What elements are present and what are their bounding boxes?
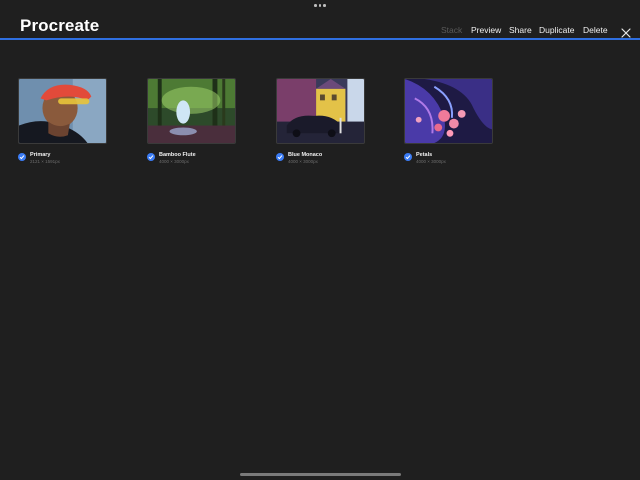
app-title: Procreate — [20, 16, 100, 35]
artwork-name[interactable]: Petals — [416, 152, 432, 158]
artwork-thumbnail[interactable] — [276, 78, 365, 144]
share-button[interactable]: Share — [509, 25, 532, 35]
close-icon[interactable] — [621, 25, 631, 38]
selection-divider — [0, 38, 640, 40]
artwork-name[interactable]: Primary — [30, 152, 51, 158]
gallery-screen: Procreate Stack Preview Share Duplicate … — [0, 0, 640, 480]
selected-checkmark-icon[interactable] — [404, 153, 412, 161]
selected-checkmark-icon[interactable] — [276, 153, 284, 161]
forest-image — [148, 79, 235, 143]
artwork-dimensions: 4000 × 3000px — [288, 159, 318, 164]
artwork-card[interactable]: Primary 2121 × 1591px — [18, 78, 108, 169]
artwork-dimensions: 4000 × 3000px — [159, 159, 189, 164]
top-bar: Procreate Stack Preview Share Duplicate … — [0, 0, 640, 40]
artwork-dimensions: 4000 × 3000px — [416, 159, 446, 164]
delete-button[interactable]: Delete — [583, 25, 608, 35]
artwork-card[interactable]: Petals 4000 × 3000px — [404, 78, 494, 169]
home-indicator[interactable] — [240, 473, 401, 476]
portrait-image — [19, 79, 106, 143]
street-scene-image — [277, 79, 364, 143]
artwork-thumbnail[interactable] — [147, 78, 236, 144]
selected-checkmark-icon[interactable] — [147, 153, 155, 161]
petals-image — [405, 79, 492, 143]
artwork-name[interactable]: Blue Monaco — [288, 152, 322, 158]
artwork-name[interactable]: Bamboo Flute — [159, 152, 196, 158]
artwork-thumbnail[interactable] — [18, 78, 107, 144]
artwork-card[interactable]: Bamboo Flute 4000 × 3000px — [147, 78, 237, 169]
stack-button[interactable]: Stack — [441, 25, 462, 35]
artwork-card[interactable]: Blue Monaco 4000 × 3000px — [276, 78, 366, 169]
artwork-thumbnail[interactable] — [404, 78, 493, 144]
artwork-dimensions: 2121 × 1591px — [30, 159, 60, 164]
preview-button[interactable]: Preview — [471, 25, 501, 35]
selected-checkmark-icon[interactable] — [18, 153, 26, 161]
duplicate-button[interactable]: Duplicate — [539, 25, 574, 35]
